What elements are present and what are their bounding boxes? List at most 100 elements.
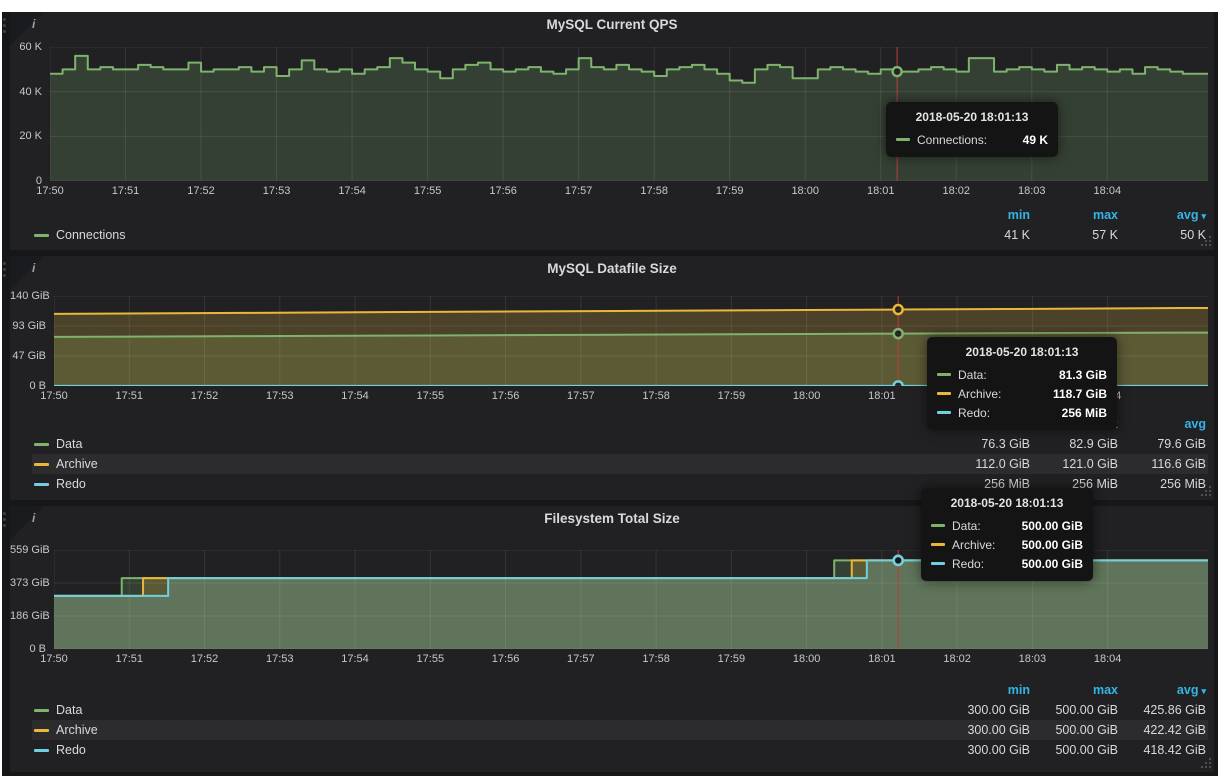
- series-area-connections: [50, 56, 1208, 181]
- legend-stat-value-avg: 425.86 GiB: [1118, 703, 1206, 717]
- panel-title[interactable]: MySQL Current QPS: [70, 17, 1154, 32]
- y-axis-tick-label: 20 K: [10, 130, 42, 142]
- x-axis-tick-label: 17:54: [341, 390, 369, 402]
- legend-stat-value-avg: 79.6 GiB: [1118, 437, 1206, 451]
- legend-series-toggle-redo[interactable]: Redo: [34, 743, 942, 757]
- x-axis-tick-label: 18:04: [1094, 390, 1122, 402]
- legend-stat-header-avg[interactable]: avg: [1118, 417, 1206, 431]
- legend-series-row: Connections41 K57 K50 K: [32, 225, 1208, 245]
- panel-title[interactable]: Filesystem Total Size: [70, 511, 1154, 526]
- legend-stat-value-max: 500.00 GiB: [1030, 723, 1118, 737]
- chart-plot-area[interactable]: [54, 296, 1208, 386]
- series-color-dash-icon: [34, 729, 49, 732]
- legend-body: Data76.3 GiB82.9 GiB79.6 GiB Archive 112.0…: [32, 434, 1208, 494]
- series-area-redo: [54, 560, 1208, 649]
- legend-stats-header-row: minmaxavg▾: [32, 205, 1208, 225]
- legend-stats-header-row: minmaxavg▾: [32, 680, 1208, 700]
- legend-stat-value-max: 500.00 GiB: [1030, 743, 1118, 757]
- x-axis-tick-label: 17:59: [718, 653, 746, 665]
- x-axis-tick-label: 17:54: [341, 653, 369, 665]
- hover-point-marker: [893, 67, 902, 76]
- x-axis-tick-label: 17:55: [417, 653, 445, 665]
- chart-canvas[interactable]: [50, 47, 1208, 181]
- drag-handle-icon[interactable]: [3, 262, 8, 280]
- legend-stat-header-avg[interactable]: avg▾: [1118, 683, 1206, 697]
- x-axis-tick-label: 17:58: [642, 653, 670, 665]
- legend-stat-header-max[interactable]: max: [1030, 208, 1118, 222]
- chart-canvas[interactable]: [54, 550, 1208, 649]
- series-color-dash-icon: [34, 443, 49, 446]
- sort-caret-icon: ▾: [1201, 686, 1206, 696]
- legend-stat-value-min: 300.00 GiB: [942, 723, 1030, 737]
- legend: minmaxavg▾Connections41 K57 K50 K: [32, 205, 1208, 245]
- x-axis-tick-label: 17:56: [489, 185, 517, 197]
- sort-caret-icon: ▾: [1201, 211, 1206, 221]
- hover-point-marker: [894, 305, 903, 314]
- resize-handle-icon[interactable]: [1200, 486, 1211, 497]
- series-color-dash-icon: [34, 749, 49, 752]
- info-icon[interactable]: i: [32, 511, 35, 525]
- y-axis-tick-label: 559 GiB: [10, 544, 46, 556]
- legend-series-toggle-redo[interactable]: Redo: [34, 477, 942, 491]
- x-axis-tick-label: 17:53: [266, 390, 294, 402]
- panel-corner-wedge: [10, 256, 44, 290]
- legend-series-name: Connections: [56, 228, 126, 242]
- chart-plot-area[interactable]: [54, 550, 1208, 649]
- legend-stat-value-max: 256 MiB: [1030, 477, 1118, 491]
- x-axis-tick-label: 18:02: [942, 185, 970, 197]
- x-axis-tick-label: 17:52: [191, 390, 219, 402]
- resize-handle-icon[interactable]: [1200, 236, 1211, 247]
- legend-stat-header-max[interactable]: max: [1030, 417, 1118, 431]
- legend-series-toggle-archive[interactable]: Archive: [34, 723, 942, 737]
- x-axis-tick-label: 18:01: [868, 390, 896, 402]
- x-axis-tick-label: 17:57: [565, 185, 593, 197]
- series-color-dash-icon: [34, 463, 49, 466]
- series-color-dash-icon: [34, 483, 49, 486]
- legend-series-toggle-data[interactable]: Data: [34, 437, 942, 451]
- info-icon[interactable]: i: [32, 17, 35, 31]
- x-axis-tick-label: 17:53: [266, 653, 294, 665]
- chart-canvas[interactable]: [54, 296, 1208, 386]
- x-axis-tick-label: 17:53: [263, 185, 291, 197]
- y-axis-tick-label: 186 GiB: [10, 610, 46, 622]
- x-axis-tick-label: 17:57: [567, 390, 595, 402]
- legend-stat-value-max: 57 K: [1030, 228, 1118, 242]
- panel-mysql-datafile-size: i MySQL Datafile Size minmaxavg Data76.3 …: [10, 256, 1214, 500]
- legend-series-toggle-data[interactable]: Data: [34, 703, 942, 717]
- x-axis-tick-label: 18:01: [867, 185, 895, 197]
- legend-stat-value-min: 76.3 GiB: [942, 437, 1030, 451]
- legend-stat-header-avg[interactable]: avg▾: [1118, 208, 1206, 222]
- legend-series-row: Redo300.00 GiB500.00 GiB418.42 GiB: [32, 740, 1208, 760]
- legend-series-name: Archive: [56, 723, 98, 737]
- legend-stat-value-avg: 256 MiB: [1118, 477, 1206, 491]
- legend-series-name: Archive: [56, 457, 98, 471]
- x-axis-tick-label: 17:51: [115, 653, 143, 665]
- x-axis-tick-label: 17:50: [40, 390, 68, 402]
- panel-title[interactable]: MySQL Datafile Size: [70, 261, 1154, 276]
- legend-series-row: Archive112.0 GiB121.0 GiB116.6 GiB: [32, 454, 1208, 474]
- legend-stat-header-max[interactable]: max: [1030, 683, 1118, 697]
- x-axis-tick-label: 17:55: [414, 185, 442, 197]
- legend-series-toggle-connections[interactable]: Connections: [34, 228, 942, 242]
- y-axis-tick-label: 47 GiB: [10, 350, 46, 362]
- series-area-archive: [54, 308, 1208, 386]
- legend-stat-value-avg: 116.6 GiB: [1118, 457, 1206, 471]
- x-axis-tick-label: 17:58: [640, 185, 668, 197]
- legend-stat-header-min[interactable]: min: [942, 208, 1030, 222]
- drag-handle-icon[interactable]: [3, 512, 8, 530]
- info-icon[interactable]: i: [32, 261, 35, 275]
- legend-body: Connections41 K57 K50 K: [32, 225, 1208, 245]
- x-axis-tick-label: 17:51: [115, 390, 143, 402]
- legend-stat-header-min[interactable]: min: [942, 417, 1030, 431]
- legend-stat-value-min: 112.0 GiB: [942, 457, 1030, 471]
- chart-plot-area[interactable]: [50, 47, 1208, 181]
- legend-stat-value-min: 300.00 GiB: [942, 743, 1030, 757]
- y-axis-tick-label: 40 K: [10, 86, 42, 98]
- drag-handle-icon[interactable]: [3, 18, 8, 36]
- x-axis-tick-label: 18:00: [793, 390, 821, 402]
- legend: minmaxavg▾Data300.00 GiB500.00 GiB425.86…: [32, 680, 1208, 760]
- legend-series-toggle-archive[interactable]: Archive: [34, 457, 942, 471]
- resize-handle-icon[interactable]: [1200, 758, 1211, 769]
- legend-series-row: Data76.3 GiB82.9 GiB79.6 GiB: [32, 434, 1208, 454]
- legend-stat-header-min[interactable]: min: [942, 683, 1030, 697]
